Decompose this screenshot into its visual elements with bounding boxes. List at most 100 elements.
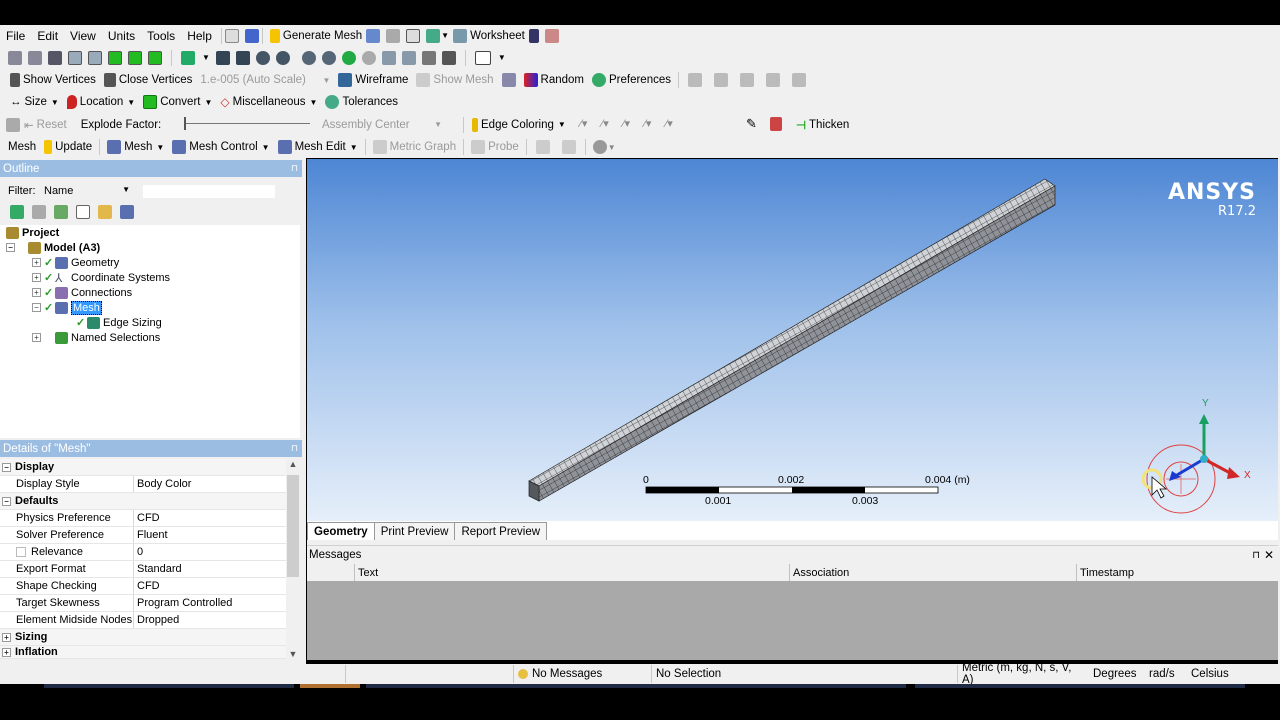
box-zoom-icon[interactable] (275, 50, 290, 65)
mesh-control-dropdown[interactable]: Mesh Control ▼ (168, 137, 273, 157)
taskbar-item[interactable] (44, 684, 294, 688)
section-display[interactable]: − Display (0, 459, 286, 476)
select-element-icon[interactable] (148, 50, 162, 65)
menu-view[interactable]: View (64, 29, 102, 43)
section-icon[interactable] (592, 140, 607, 154)
tree-node-project[interactable]: Project (6, 225, 59, 240)
size-dropdown[interactable]: ↔ Size ▼ (6, 92, 63, 112)
detail-value[interactable]: Program Controlled (134, 595, 286, 611)
select-point-icon[interactable] (8, 50, 22, 65)
sort-icon[interactable] (120, 205, 134, 219)
detail-value[interactable]: CFD (134, 510, 286, 526)
detail-value[interactable]: 0 (134, 544, 286, 560)
detail-row[interactable]: Solver Preference Fluent (0, 527, 286, 544)
triad-origin[interactable] (1200, 455, 1208, 463)
status-rads[interactable]: rad/s (1145, 665, 1187, 683)
add-icon[interactable] (76, 205, 90, 219)
script-icon[interactable] (224, 28, 239, 43)
menu-tools[interactable]: Tools (141, 29, 181, 43)
collapse-icon[interactable]: − (2, 462, 11, 472)
tree-node-coordinate-systems[interactable]: + ✓ ⅄ Coordinate Systems (32, 270, 170, 285)
expand-icon[interactable]: + (32, 288, 41, 297)
ruler-icon[interactable] (740, 73, 754, 87)
help-pointer-icon[interactable] (528, 28, 539, 43)
mesh-dropdown[interactable]: Mesh ▼ (103, 137, 168, 157)
detail-row[interactable]: Target Skewness Program Controlled (0, 595, 286, 612)
section-inflation[interactable]: + Inflation (0, 646, 286, 659)
section-defaults[interactable]: − Defaults (0, 493, 286, 510)
metric-graph-button[interactable]: Metric Graph (369, 137, 460, 157)
detail-value[interactable]: Fluent (134, 527, 286, 543)
edge-display-icon[interactable]: ⁄▾ (644, 117, 651, 130)
status-units[interactable]: Metric (m, kg, N, s, V, A) (957, 662, 1089, 686)
collapse-icon[interactable]: − (32, 303, 41, 312)
image-icon[interactable] (426, 28, 441, 43)
scrollbar-thumb[interactable] (287, 475, 299, 577)
brush-icon[interactable]: ✎ (746, 116, 757, 132)
chevron-down-icon[interactable]: ▼ (608, 143, 616, 152)
zoom-icon[interactable] (255, 50, 270, 65)
tree-node-named-selections[interactable]: + ✓ Named Selections (32, 330, 160, 345)
ruler-icon[interactable] (766, 73, 780, 87)
explode-slider-track[interactable] (184, 123, 310, 124)
detail-row[interactable]: Relevance 0 (0, 544, 286, 561)
wireframe-button[interactable]: Wireframe (334, 70, 412, 90)
scale-dropdown[interactable]: 1.e-005 (Auto Scale) ▼ (196, 70, 334, 90)
ruler-icon[interactable] (688, 73, 702, 87)
location-dropdown[interactable]: Location ▼ (63, 92, 139, 112)
column-text[interactable]: Text (355, 564, 790, 581)
menu-help[interactable]: Help (181, 29, 218, 43)
magnifier-icon[interactable] (321, 50, 336, 65)
details-scrollbar[interactable]: ▲ ▼ (286, 459, 300, 659)
worksheet-button[interactable]: Worksheet (449, 26, 529, 46)
messages-list[interactable] (307, 581, 1278, 660)
assembly-center-dropdown[interactable]: Assembly Center ▼ (318, 115, 446, 135)
filter-select[interactable]: Name ▼ (44, 185, 132, 197)
detail-value[interactable]: Body Color (134, 476, 286, 492)
zoom-to-fit-icon[interactable] (341, 50, 356, 65)
close-icon[interactable]: ✕ (1264, 548, 1274, 562)
column-timestamp[interactable]: Timestamp (1077, 564, 1278, 581)
taskbar-item[interactable] (300, 684, 360, 688)
tree-node-geometry[interactable]: + ✓ Geometry (32, 255, 119, 270)
extend-selection-icon[interactable] (181, 50, 195, 65)
expand-icon[interactable]: + (2, 647, 11, 657)
pin-icon[interactable]: ⊓ (291, 443, 298, 454)
detail-row[interactable]: Export Format Standard (0, 561, 286, 578)
select-vertex-icon[interactable] (68, 50, 82, 65)
detail-value[interactable]: CFD (134, 578, 286, 594)
pointer-icon[interactable] (48, 50, 62, 65)
tree-node-connections[interactable]: + ✓ Connections (32, 285, 132, 300)
update-button[interactable]: Update (40, 137, 96, 157)
tab-print-preview[interactable]: Print Preview (373, 522, 456, 540)
pin-icon[interactable]: ⊓ (1252, 550, 1260, 561)
go-to-icon[interactable] (54, 205, 68, 219)
preferences-button[interactable]: Preferences (588, 70, 675, 90)
detail-row[interactable]: Physics Preference CFD (0, 510, 286, 527)
tree-node-mesh[interactable]: − ✓ Mesh (32, 300, 102, 315)
cursor-mode-icon[interactable] (244, 28, 259, 43)
thicken-toggle-icon[interactable] (770, 117, 782, 131)
show-mesh-button[interactable]: Show Mesh (412, 70, 497, 90)
column-association[interactable]: Association (790, 564, 1077, 581)
beam-side-face[interactable] (538, 185, 1056, 502)
mesh-edit-dropdown[interactable]: Mesh Edit ▼ (274, 137, 362, 157)
detail-row[interactable]: Shape Checking CFD (0, 578, 286, 595)
tab-geometry[interactable]: Geometry (307, 522, 375, 540)
folder-icon[interactable] (98, 205, 112, 219)
annotation-icon[interactable] (386, 28, 401, 43)
collapse-icon[interactable]: − (2, 496, 11, 506)
scroll-up-icon[interactable]: ▲ (286, 459, 300, 469)
chevron-down-icon[interactable]: ▼ (441, 31, 449, 40)
menu-file[interactable]: File (0, 29, 31, 43)
explode-icon[interactable] (501, 73, 516, 87)
collapse-icon[interactable]: − (6, 243, 15, 252)
detail-row[interactable]: Display Style Body Color (0, 476, 286, 493)
expand-tree-icon[interactable] (10, 205, 24, 219)
thicken-button[interactable]: ⊣ Thicken (792, 115, 853, 135)
beam-top-face[interactable] (528, 178, 1056, 487)
text-annotation-icon[interactable] (406, 28, 421, 43)
filter-search-input[interactable] (142, 183, 276, 199)
reset-button[interactable]: ⇤ Reset (20, 115, 71, 135)
detail-value[interactable]: Standard (134, 561, 286, 577)
